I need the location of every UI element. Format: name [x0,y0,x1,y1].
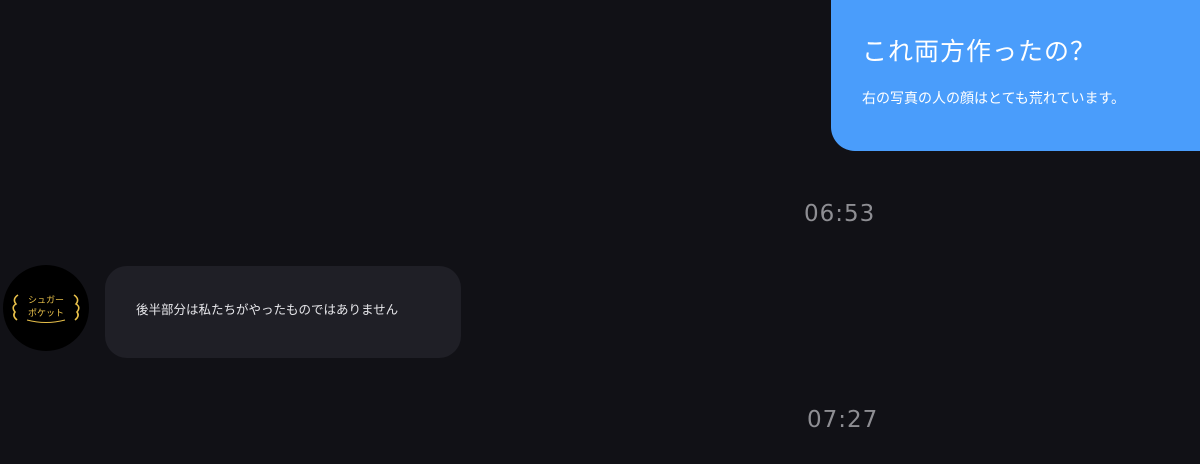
outgoing-message-headline: これ両方作ったの？ [862,37,1097,66]
outgoing-message-subline: 右の写真の人の顔はとても荒れています。 [862,91,1126,107]
avatar-logo-text: シュガー ポケット [28,295,64,321]
outgoing-message-bubble[interactable]: これ両方作ったの？ 右の写真の人の顔はとても荒れています。 [831,0,1200,151]
incoming-message-bubble[interactable]: 後半部分は私たちがやったものではありません [105,266,461,358]
avatar-text-line2: ポケット [27,309,64,319]
message-timestamp: 07:27 [807,407,879,433]
incoming-message-text: 後半部分は私たちがやったものではありません [136,302,399,317]
message-timestamp: 06:53 [804,201,876,227]
avatar-text-line1: シュガー [27,296,64,306]
sender-avatar[interactable]: シュガー ポケット [3,265,89,351]
chat-thread: これ両方作ったの？ 右の写真の人の顔はとても荒れています。 06:53 シュガー… [0,0,1200,464]
